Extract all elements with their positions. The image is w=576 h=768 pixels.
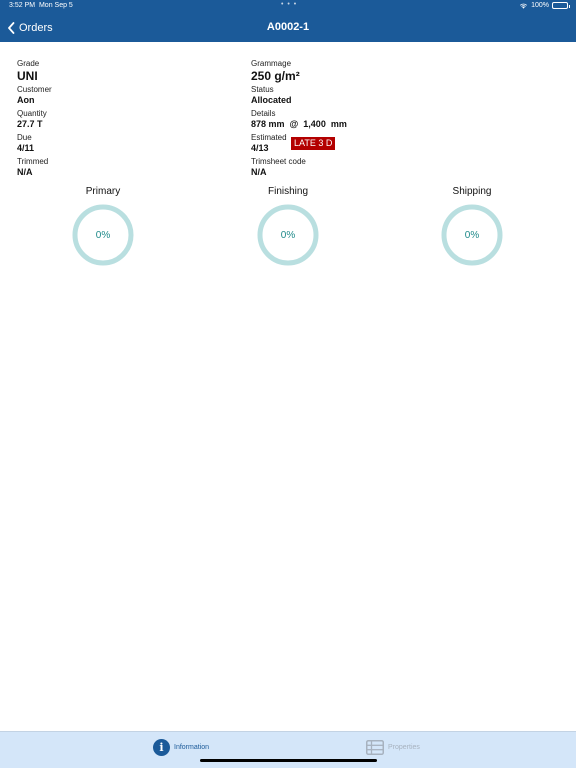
grade-field: Grade UNI bbox=[17, 59, 39, 83]
quantity-value: 27.7 T bbox=[17, 119, 43, 129]
battery-icon bbox=[552, 2, 570, 9]
late-badge: LATE 3 D bbox=[291, 137, 336, 150]
status-indicators: 100% bbox=[519, 2, 570, 9]
trimsheet-code-label: Trimsheet code bbox=[251, 157, 306, 166]
estimated-label: Estimated bbox=[251, 133, 287, 142]
tab-bar: i Information Properties bbox=[0, 731, 576, 768]
grade-label: Grade bbox=[17, 59, 40, 68]
info-icon: i bbox=[153, 738, 170, 756]
list-icon bbox=[366, 739, 384, 755]
grammage-value: 250 g/m² bbox=[251, 69, 300, 83]
customer-field: Customer Aon bbox=[17, 85, 52, 106]
trimmed-field: Trimmed N/A bbox=[17, 157, 48, 178]
grammage-field: Grammage 250 g/m² bbox=[251, 59, 300, 83]
trimmed-value: N/A bbox=[17, 167, 33, 177]
primary-progress-title: Primary bbox=[85, 186, 121, 197]
tab-properties-label: Properties bbox=[388, 743, 420, 751]
status-bar: 3:52 PM Mon Sep 5 • • • 100% bbox=[0, 0, 576, 12]
home-indicator[interactable] bbox=[200, 759, 377, 762]
tab-information[interactable]: i Information bbox=[153, 738, 209, 756]
primary-progress-value: 0% bbox=[95, 230, 111, 241]
status-label: Status bbox=[251, 85, 274, 94]
due-value: 4/11 bbox=[17, 143, 35, 153]
grammage-label: Grammage bbox=[251, 59, 292, 68]
due-label: Due bbox=[17, 133, 32, 142]
shipping-progress-value: 0% bbox=[464, 230, 480, 241]
details-field: Details 878 mm @ 1,400 mm bbox=[251, 109, 347, 130]
estimated-value: 4/13 bbox=[251, 143, 269, 153]
details-label: Details bbox=[251, 109, 276, 118]
details-value: 878 mm @ 1,400 mm bbox=[251, 119, 347, 129]
tab-properties[interactable]: Properties bbox=[366, 738, 420, 756]
page-title: A0002-1 bbox=[266, 21, 310, 33]
trimmed-label: Trimmed bbox=[17, 157, 49, 166]
due-field: Due 4/11 bbox=[17, 133, 34, 154]
status-value: Allocated bbox=[251, 95, 292, 105]
customer-label: Customer bbox=[17, 85, 52, 94]
quantity-label: Quantity bbox=[17, 109, 47, 118]
tab-information-label: Information bbox=[174, 743, 210, 751]
trimsheet-code-value: N/A bbox=[251, 167, 267, 177]
finishing-progress-value: 0% bbox=[280, 230, 296, 241]
customer-value: Aon bbox=[17, 95, 35, 105]
shipping-progress-title: Shipping bbox=[452, 186, 492, 197]
status-time: 3:52 PM Mon Sep 5 bbox=[9, 2, 73, 9]
grade-value: UNI bbox=[17, 69, 38, 83]
wifi-icon bbox=[520, 3, 528, 9]
status-field: Status Allocated bbox=[251, 85, 292, 106]
trimsheet-code-field: Trimsheet code N/A bbox=[251, 157, 306, 178]
battery-percent: 100% bbox=[531, 2, 549, 9]
quantity-field: Quantity 27.7 T bbox=[17, 109, 47, 130]
multitasking-dots[interactable]: • • • bbox=[281, 1, 297, 8]
navigation-header: 3:52 PM Mon Sep 5 • • • 100% Orders A000… bbox=[0, 0, 576, 42]
finishing-progress-title: Finishing bbox=[267, 186, 309, 197]
estimated-field: Estimated 4/13 bbox=[251, 133, 287, 154]
